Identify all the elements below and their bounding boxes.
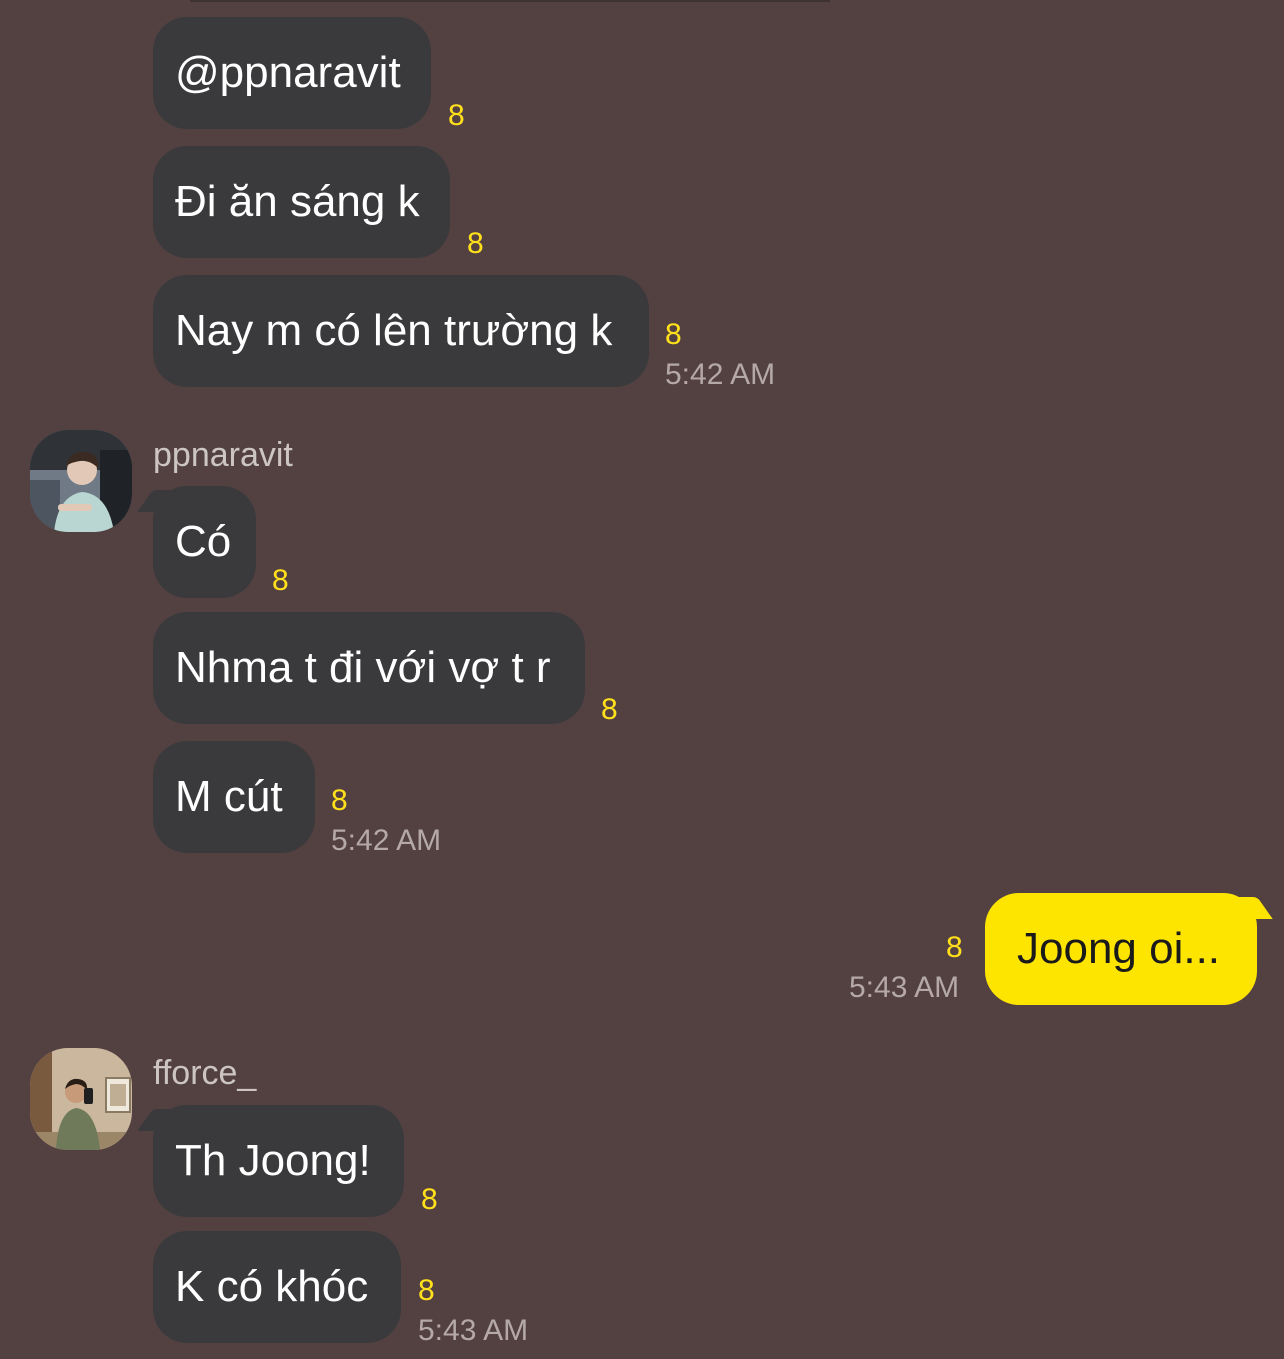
message-timestamp: 5:42 AM <box>665 358 776 391</box>
unread-count: 8 <box>467 227 484 260</box>
top-divider <box>190 0 830 2</box>
sender-name: fforce_ <box>153 1054 257 1092</box>
message-text: Joong oi... <box>1017 924 1221 973</box>
unread-count: 8 <box>601 693 618 726</box>
my-message-bubble[interactable]: Joong oi... <box>985 893 1257 1005</box>
avatar-fforce[interactable] <box>30 1048 132 1150</box>
avatar-image <box>30 1048 132 1150</box>
message-text: K có khóc <box>175 1262 369 1311</box>
message-text: Đi ăn sáng k <box>175 177 420 226</box>
message-bubble[interactable]: Nay m có lên trường k <box>153 275 649 387</box>
unread-count: 8 <box>272 564 289 597</box>
unread-count: 8 <box>946 931 963 964</box>
message-bubble[interactable]: Th Joong! <box>153 1105 404 1217</box>
message-timestamp: 5:43 AM <box>418 1314 529 1347</box>
message-text: M cút <box>175 772 283 821</box>
unread-count: 8 <box>421 1183 438 1216</box>
message-bubble[interactable]: Có <box>153 486 256 598</box>
unread-count: 8 <box>665 318 682 351</box>
avatar-ppnaravit[interactable] <box>30 430 132 532</box>
message-timestamp: 5:43 AM <box>849 971 960 1004</box>
message-text: Nay m có lên trường k <box>175 306 613 355</box>
message-bubble[interactable]: K có khóc <box>153 1231 401 1343</box>
message-bubble[interactable]: Đi ăn sáng k <box>153 146 450 258</box>
message-text: @ppnaravit <box>175 48 401 97</box>
avatar-image <box>30 430 132 532</box>
message-text: Th Joong! <box>175 1136 371 1185</box>
message-bubble[interactable]: Nhma t đi với vợ t r <box>153 612 585 724</box>
unread-count: 8 <box>418 1274 435 1307</box>
message-bubble[interactable]: @ppnaravit <box>153 17 431 129</box>
unread-count: 8 <box>331 784 348 817</box>
message-bubble[interactable]: M cút <box>153 741 315 853</box>
unread-count: 8 <box>448 99 465 132</box>
message-text: Nhma t đi với vợ t r <box>175 643 551 692</box>
message-timestamp: 5:42 AM <box>331 824 442 857</box>
sender-name: ppnaravit <box>153 436 293 474</box>
message-text: Có <box>175 517 232 566</box>
